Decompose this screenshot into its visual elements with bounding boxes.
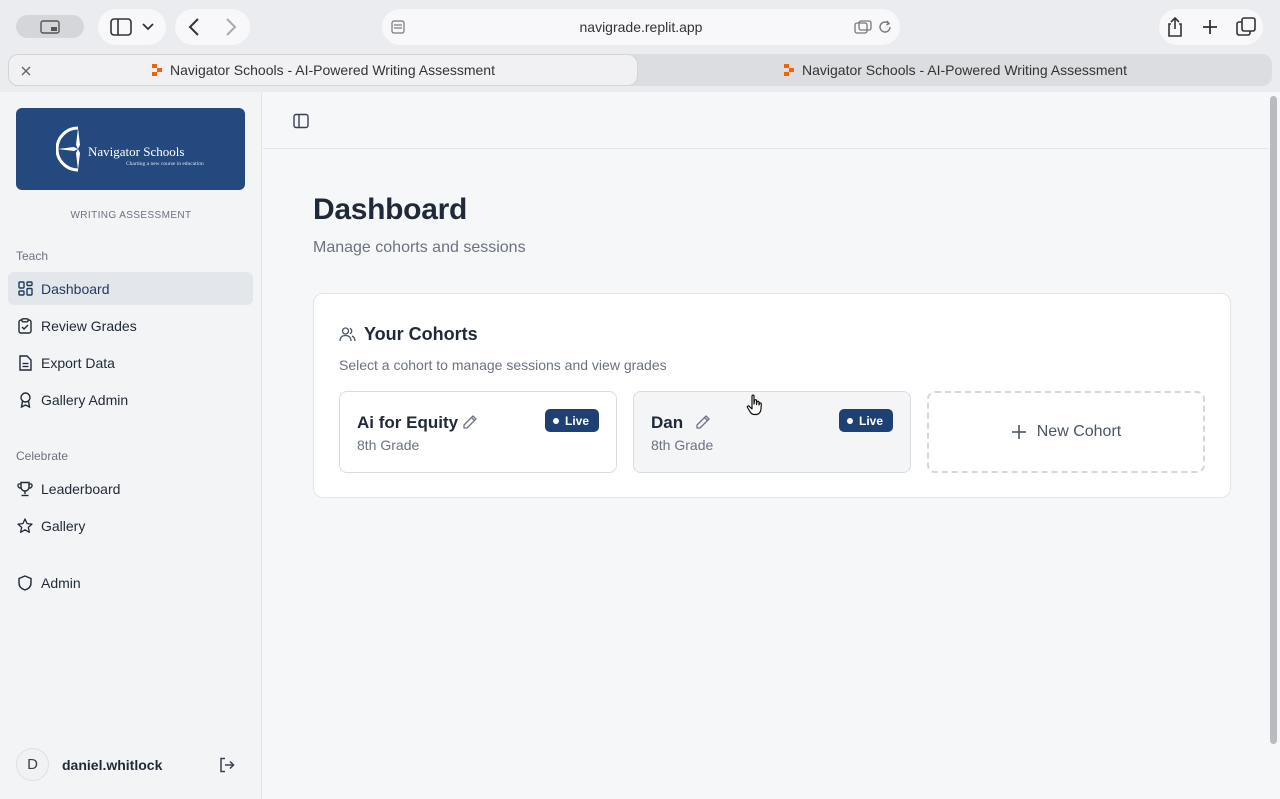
star-icon: [17, 517, 33, 534]
logo-tagline: Charting a new course in education: [126, 161, 204, 167]
cohort-grade: 8th Grade: [357, 437, 420, 453]
logout-icon[interactable]: [219, 757, 235, 773]
sidebar-item-label: Export Data: [41, 354, 115, 371]
sidebar-item-review-grades[interactable]: Review Grades: [8, 309, 253, 342]
live-dot-icon: [846, 417, 853, 424]
forward-icon[interactable]: [225, 18, 237, 36]
replit-favicon-icon: [152, 64, 162, 76]
chevron-down-icon: [142, 23, 154, 31]
sidebar-toggle-group[interactable]: [98, 9, 166, 45]
card-title: Your Cohorts: [364, 324, 478, 344]
tabs-overview-icon[interactable]: [1236, 17, 1256, 37]
cohort-grade: 8th Grade: [651, 437, 714, 453]
top-bar: [263, 92, 1269, 149]
card-description: Select a cohort to manage sessions and v…: [339, 357, 667, 373]
username: daniel.whitlock: [62, 757, 163, 773]
card-header: Your Cohorts: [339, 324, 478, 345]
status-badge: Live: [544, 409, 599, 432]
sidebar-item-label: Leaderboard: [41, 480, 121, 497]
sidebar-item-gallery-admin[interactable]: Gallery Admin: [8, 383, 253, 416]
status-label: Live: [564, 413, 589, 428]
tab-title: Navigator Schools - AI-Powered Writing A…: [170, 62, 495, 78]
sidebar-item-dashboard[interactable]: Dashboard: [8, 272, 253, 305]
sidebar-item-export-data[interactable]: Export Data: [8, 346, 253, 379]
tab-inactive[interactable]: Navigator Schools - AI-Powered Writing A…: [638, 54, 1272, 86]
live-dot-icon: [552, 417, 559, 424]
logo[interactable]: Navigator Schools Charting a new course …: [16, 108, 245, 190]
reload-icon[interactable]: [878, 20, 892, 34]
logo-name: Navigator Schools: [88, 144, 185, 159]
award-icon: [17, 391, 33, 408]
back-icon[interactable]: [188, 18, 200, 36]
scrollbar[interactable]: [1270, 96, 1277, 744]
url-text: navigrade.replit.app: [579, 19, 703, 35]
file-text-icon: [17, 354, 33, 371]
status-label: Live: [858, 413, 883, 428]
nav-buttons: [175, 9, 250, 45]
tab-overview-icon[interactable]: [854, 20, 872, 34]
tab-active[interactable]: Navigator Schools - AI-Powered Writing A…: [8, 54, 638, 86]
page-title: Dashboard: [313, 193, 467, 226]
new-tab-icon[interactable]: [1202, 19, 1218, 35]
sidebar-item-label: Dashboard: [41, 280, 110, 297]
cohort-name: Dan: [651, 413, 684, 432]
window-switcher-button[interactable]: [16, 15, 84, 38]
share-icon[interactable]: [1166, 17, 1184, 37]
shield-icon: [17, 574, 33, 591]
browser-actions: [1159, 9, 1263, 45]
new-cohort-button[interactable]: New Cohort: [927, 391, 1205, 473]
sidebar-item-label: Admin: [41, 574, 81, 591]
sidebar-item-gallery[interactable]: Gallery: [8, 509, 253, 542]
app: Navigator Schools Charting a new course …: [0, 92, 1280, 799]
cohort-card-ai-for-equity[interactable]: Ai for Equity 8th Grade Live: [339, 391, 617, 473]
clipboard-check-icon: [17, 317, 33, 334]
cohorts-card: Your Cohorts Select a cohort to manage s…: [313, 293, 1231, 498]
sidebar-item-label: Review Grades: [41, 317, 137, 334]
app-subtitle: WRITING ASSESSMENT: [70, 210, 192, 221]
window-icon: [40, 19, 60, 34]
plus-icon: [1011, 425, 1026, 439]
sidebar-item-leaderboard[interactable]: Leaderboard: [8, 472, 253, 505]
sidebar: Navigator Schools Charting a new course …: [0, 92, 262, 799]
compass-star-icon: [56, 126, 80, 172]
pencil-icon[interactable]: [695, 414, 711, 430]
status-badge: Live: [838, 409, 893, 432]
cohort-card-dan[interactable]: Dan 8th Grade Live: [633, 391, 911, 473]
trophy-icon: [17, 481, 33, 497]
tab-strip: Navigator Schools - AI-Powered Writing A…: [8, 54, 1272, 86]
sidebar-item-admin[interactable]: Admin: [8, 566, 253, 599]
replit-favicon-icon: [784, 64, 794, 76]
tab-title: Navigator Schools - AI-Powered Writing A…: [802, 62, 1127, 78]
new-cohort-label: New Cohort: [1036, 423, 1122, 440]
avatar[interactable]: D: [16, 748, 49, 781]
cohort-name: Ai for Equity: [357, 413, 459, 432]
hand-cursor-icon: [746, 394, 762, 416]
user-row: D daniel.whitlock: [16, 748, 246, 782]
users-icon: [339, 327, 356, 342]
sidebar-toggle-icon[interactable]: [293, 113, 309, 129]
sidebar-item-label: Gallery: [41, 517, 86, 534]
section-label-celebrate: Celebrate: [16, 449, 69, 463]
browser-chrome: navigrade.replit.app Navigator Schools -…: [0, 0, 1280, 92]
browser-sidebar-icon: [110, 18, 132, 36]
address-bar[interactable]: navigrade.replit.app: [382, 9, 900, 45]
sidebar-item-label: Gallery Admin: [41, 391, 129, 408]
close-tab-icon[interactable]: [19, 64, 33, 78]
main-content: Dashboard Manage cohorts and sessions Yo…: [263, 92, 1269, 799]
page-subtitle: Manage cohorts and sessions: [313, 239, 526, 256]
grid-icon: [17, 281, 33, 297]
section-label-teach: Teach: [16, 249, 49, 263]
pencil-icon[interactable]: [462, 414, 478, 430]
